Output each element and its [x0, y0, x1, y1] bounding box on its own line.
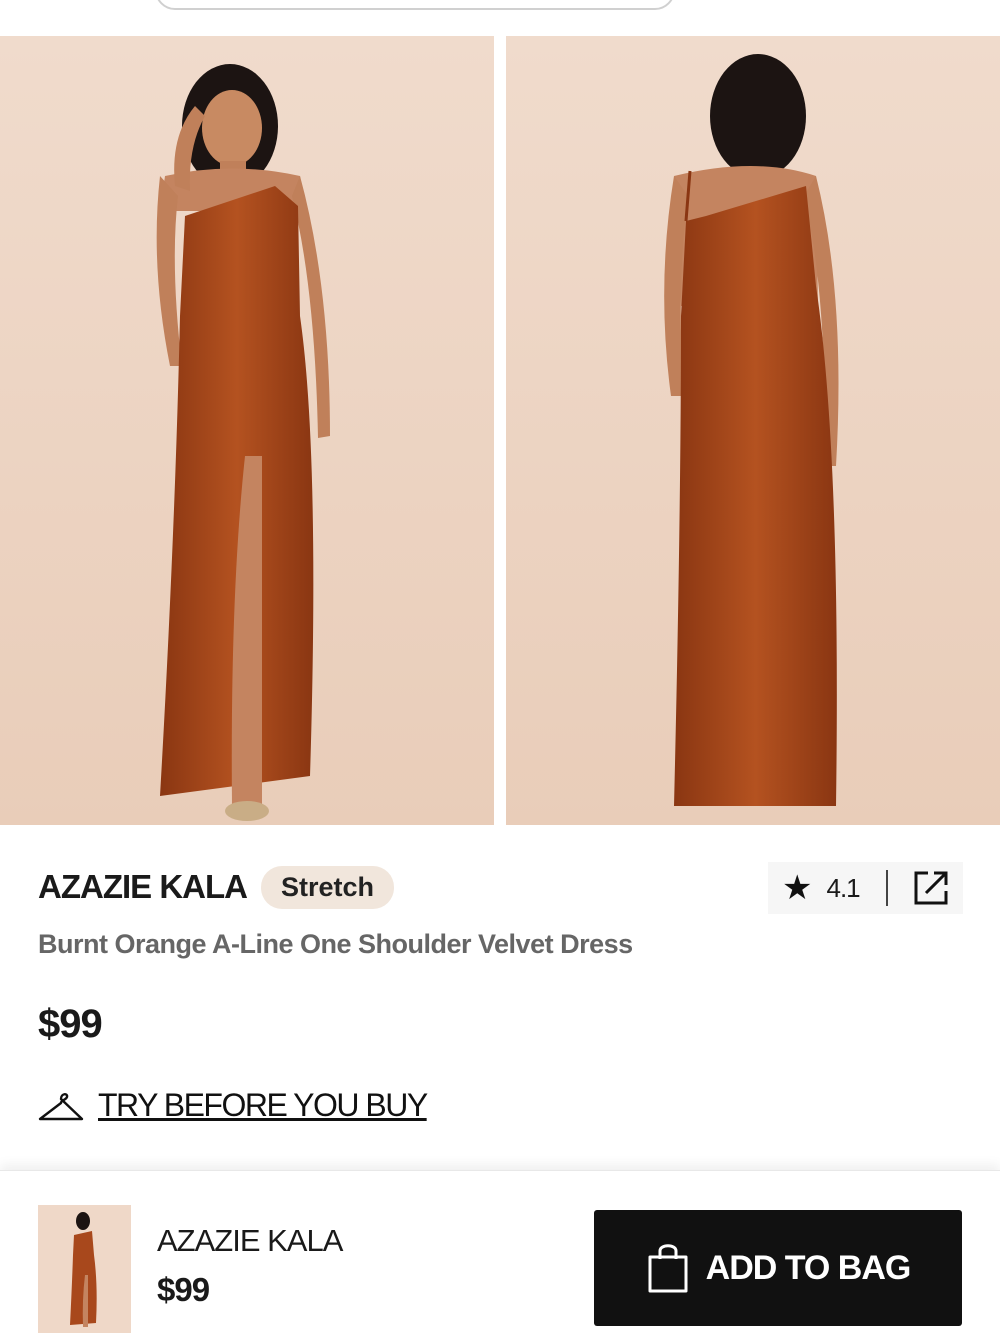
sticky-add-to-bag-bar: AZAZIE KALA $99 ADD TO BAG — [0, 1170, 1000, 1333]
try-before-you-buy[interactable]: TRY BEFORE YOU BUY — [38, 1087, 963, 1124]
divider — [885, 870, 888, 906]
product-image-front[interactable] — [0, 36, 494, 825]
hanger-icon — [38, 1089, 84, 1123]
product-price: $99 — [38, 1002, 103, 1046]
product-gallery[interactable] — [0, 36, 1000, 825]
bottom-bar-price: $99 — [157, 1271, 210, 1308]
search-bar[interactable] — [155, 0, 675, 10]
product-brand: AZAZIE KALA — [38, 868, 248, 905]
product-info: AZAZIE KALA Stretch ★ 4.1 Burnt Orange A… — [38, 862, 963, 1124]
rating-value: 4.1 — [826, 872, 860, 903]
rating-share-box[interactable]: ★ 4.1 — [768, 862, 963, 914]
bottom-bar-brand: AZAZIE KALA — [157, 1223, 343, 1258]
product-thumbnail — [38, 1205, 131, 1333]
share-icon[interactable] — [912, 869, 950, 907]
top-bar — [0, 0, 1000, 36]
shopping-bag-icon — [648, 1244, 688, 1293]
star-icon: ★ — [782, 869, 813, 907]
add-to-bag-label: ADD TO BAG — [705, 1248, 912, 1287]
add-to-bag-button[interactable]: ADD TO BAG — [594, 1210, 962, 1326]
product-image-back[interactable] — [506, 36, 1000, 825]
stretch-badge: Stretch — [260, 865, 395, 909]
try-before-you-buy-link[interactable]: TRY BEFORE YOU BUY — [98, 1087, 428, 1124]
product-name: Burnt Orange A-Line One Shoulder Velvet … — [38, 929, 633, 959]
